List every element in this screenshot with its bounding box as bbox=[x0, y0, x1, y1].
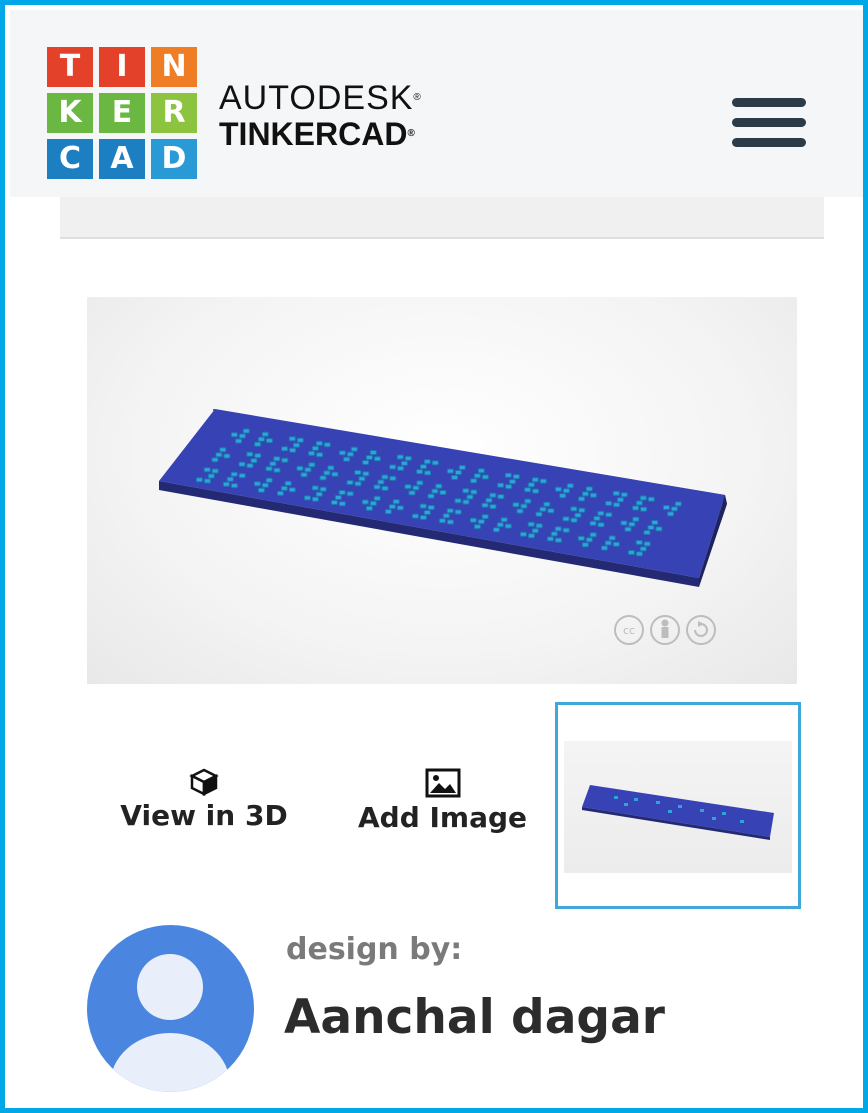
attribution-icon bbox=[650, 615, 680, 645]
logo-tile-r: R bbox=[151, 93, 197, 133]
thumbnail-image bbox=[564, 741, 792, 873]
brand-autodesk: AUTODESK bbox=[219, 79, 414, 117]
add-image-button[interactable]: Add Image bbox=[350, 768, 535, 834]
logo-tile-d: D bbox=[151, 139, 197, 179]
logo-tile-a: A bbox=[99, 139, 145, 179]
registered-mark: ® bbox=[407, 128, 415, 139]
add-image-label: Add Image bbox=[357, 801, 528, 834]
app-frame: T I N K E R C A D AUTODESK® TINKERCAD® c… bbox=[0, 0, 868, 1113]
view-in-3d-label: View in 3D bbox=[120, 799, 288, 832]
logo-tile-i: I bbox=[99, 47, 145, 87]
logo-tile-n: N bbox=[151, 47, 197, 87]
default-user-icon bbox=[110, 954, 230, 1092]
logo-tile-c: C bbox=[47, 139, 93, 179]
brand-tinkercad: TINKERCAD bbox=[219, 116, 408, 152]
design-preview-image[interactable]: cc bbox=[87, 297, 797, 684]
license-icons: cc bbox=[612, 613, 752, 647]
design-thumbnail[interactable] bbox=[555, 702, 801, 909]
brand-wordmark[interactable]: AUTODESK® TINKERCAD® bbox=[219, 80, 422, 152]
hamburger-menu-icon[interactable] bbox=[732, 98, 806, 148]
tinkercad-logo[interactable]: T I N K E R C A D bbox=[47, 47, 197, 180]
logo-tile-t: T bbox=[47, 47, 93, 87]
site-header: T I N K E R C A D AUTODESK® TINKERCAD® bbox=[10, 10, 863, 197]
designer-name[interactable]: Aanchal dagar bbox=[284, 990, 665, 1045]
logo-tile-e: E bbox=[99, 93, 145, 133]
avatar[interactable] bbox=[87, 925, 254, 1092]
view-in-3d-button[interactable]: View in 3D bbox=[114, 768, 294, 832]
share-alike-icon bbox=[686, 615, 716, 645]
image-icon bbox=[425, 768, 460, 798]
design-by-caption: design by: bbox=[286, 932, 463, 967]
cc-icon: cc bbox=[614, 615, 644, 645]
logo-tile-k: K bbox=[47, 93, 93, 133]
cube-icon bbox=[189, 768, 219, 797]
sub-navigation-bar bbox=[60, 197, 824, 239]
registered-mark: ® bbox=[413, 92, 422, 103]
svg-text:cc: cc bbox=[623, 624, 635, 637]
